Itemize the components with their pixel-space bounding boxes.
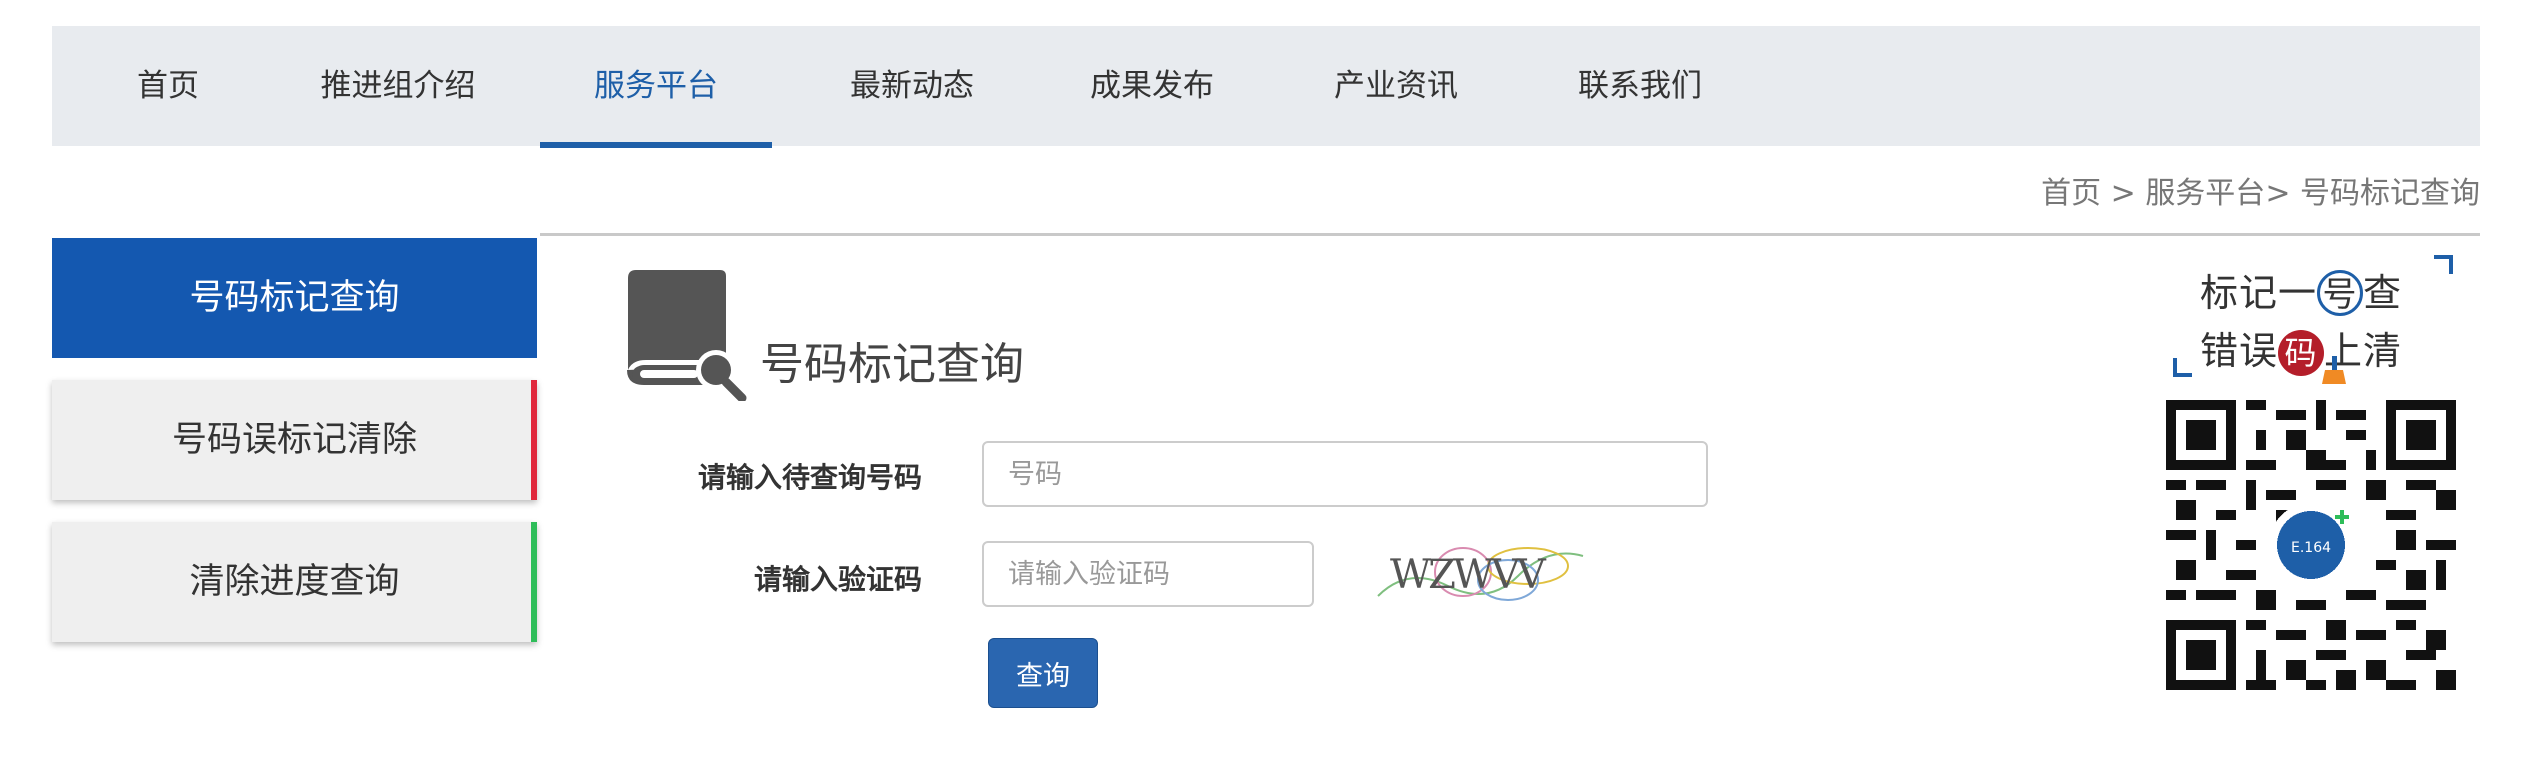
corner-bracket-icon <box>2173 358 2192 377</box>
promo-text: 错误 <box>2200 329 2279 373</box>
promo-text: 查 <box>2363 271 2403 315</box>
breadcrumb-section[interactable]: 服务平台 <box>2145 176 2265 211</box>
sidebar-item-mislabel-clear[interactable]: 号码误标记清除 <box>52 380 537 500</box>
captcha-text: WZWVV <box>1390 552 1547 598</box>
page-title: 号码标记查询 <box>760 339 1024 390</box>
nav-item-contact[interactable]: 联系我们 <box>1550 26 1730 146</box>
qr-code-icon: E.164 <box>2166 400 2456 690</box>
breadcrumb-home[interactable]: 首页 <box>2041 176 2101 211</box>
phone-label: 请输入待查询号码 <box>697 461 922 494</box>
promo-line-2: 错误码上清 <box>2200 320 2402 376</box>
sidebar-item-progress-query[interactable]: 清除进度查询 <box>52 522 537 642</box>
corner-bracket-icon <box>2434 255 2453 274</box>
brush-icon <box>2322 356 2346 384</box>
book-search-icon <box>627 270 747 401</box>
captcha-image[interactable]: WZWVV <box>1368 536 1588 608</box>
promo-line-1: 标记一号查 <box>2200 262 2402 317</box>
phone-number-input[interactable] <box>982 441 1708 507</box>
sidebar-accent-bar <box>531 522 537 642</box>
breadcrumb: 首页 > 服务平台> 号码标记查询 <box>2041 168 2480 212</box>
captcha-input[interactable] <box>982 541 1314 607</box>
nav-item-industry[interactable]: 产业资讯 <box>1306 26 1486 146</box>
nav-item-home[interactable]: 首页 <box>108 26 228 146</box>
captcha-label: 请输入验证码 <box>753 563 922 596</box>
sidebar-accent-bar <box>531 380 537 500</box>
divider <box>540 233 2480 236</box>
top-nav: 首页 推进组介绍 服务平台 最新动态 成果发布 产业资讯 联系我们 <box>52 26 2480 148</box>
promo-text: 标记一 <box>2200 271 2318 315</box>
promo-highlight-solid: 码 <box>2278 330 2325 376</box>
promo-highlight-circle: 号 <box>2317 270 2364 316</box>
query-button[interactable]: 查询 <box>988 638 1098 708</box>
breadcrumb-current: 号码标记查询 <box>2300 176 2480 211</box>
nav-item-about[interactable]: 推进组介绍 <box>288 26 508 146</box>
breadcrumb-separator: > <box>2265 176 2300 211</box>
sidebar-item-label: 号码标记查询 <box>189 278 400 318</box>
sidebar-item-number-query[interactable]: 号码标记查询 <box>52 238 537 358</box>
sidebar-item-label: 清除进度查询 <box>189 562 400 602</box>
nav-item-news[interactable]: 最新动态 <box>822 26 1002 146</box>
breadcrumb-separator: > <box>2101 176 2146 211</box>
nav-item-service-platform[interactable]: 服务平台 <box>540 26 772 148</box>
nav-item-results[interactable]: 成果发布 <box>1062 26 1242 146</box>
sidebar-item-label: 号码误标记清除 <box>171 420 417 460</box>
qr-badge-text: E.164 <box>2291 540 2331 556</box>
